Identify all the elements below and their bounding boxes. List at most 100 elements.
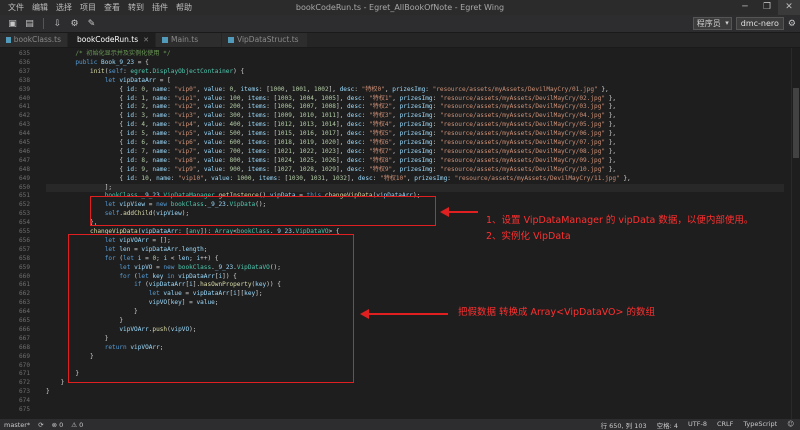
line-number: 638 [18, 76, 30, 84]
tool-icon[interactable]: ✎ [85, 18, 98, 29]
tab-bookclass[interactable]: bookClass.ts [0, 33, 68, 47]
git-branch[interactable]: master* [4, 421, 30, 429]
user-account[interactable]: dmc-nero [735, 17, 784, 30]
status-bar: master* ⟳ ⊗ 0 ⚠ 0 行 650, 列 103 空格: 4 UTF… [0, 419, 800, 430]
build-icon[interactable]: ⇩ [51, 18, 64, 29]
code-line[interactable]: { id: 10, name: "vip10", value: 1000, it… [46, 175, 792, 184]
title-bar: 文件 编辑 选择 项目 查看 转到 插件 帮助 bookCodeRun.ts -… [0, 0, 800, 16]
line-number: 649 [18, 174, 30, 182]
close-button[interactable]: ✕ [778, 0, 800, 15]
settings-icon[interactable]: ⚙ [788, 19, 796, 29]
tab-vipdatastruct[interactable]: VipDataStruct.ts [222, 33, 308, 47]
line-number: 654 [18, 219, 30, 227]
scrollbar-thumb[interactable] [793, 88, 799, 158]
code-line[interactable]: { id: 7, name: "vip7", value: 700, items… [46, 148, 792, 157]
menu-file[interactable]: 文件 [4, 0, 28, 15]
annotation-note-1-line-1: 1、设置 VipDataManager 的 vipData 数据，以便内部使用。 [486, 215, 754, 226]
code-line[interactable]: { id: 2, name: "vip2", value: 200, items… [46, 103, 792, 112]
maximize-button[interactable]: ❐ [756, 0, 778, 15]
menu-bar: 文件 编辑 选择 项目 查看 转到 插件 帮助 [0, 0, 196, 15]
code-line[interactable]: public Book_9_23 = { [46, 59, 792, 68]
highlight-box-changevipdata [68, 234, 354, 383]
line-number: 651 [18, 192, 30, 200]
window-controls: ─ ❐ ✕ [734, 0, 800, 15]
line-number: 643 [18, 121, 30, 129]
line-number: 659 [18, 263, 30, 271]
warning-count[interactable]: ⚠ 0 [71, 421, 83, 429]
code-line[interactable]: { id: 6, name: "vip6", value: 600, items… [46, 139, 792, 148]
feedback-icon[interactable]: ☺ [787, 420, 794, 430]
code-line[interactable]: } [46, 388, 792, 397]
annotation-note-1-line-2: 2、实例化 VipData [486, 231, 571, 242]
line-number: 665 [18, 317, 30, 324]
code-line[interactable]: /* 初始化显示并及实例化使用 */ [46, 50, 792, 59]
menu-project[interactable]: 项目 [76, 0, 100, 15]
line-number: 673 [18, 388, 30, 396]
menu-view[interactable]: 查看 [100, 0, 124, 15]
indentation[interactable]: 空格: 4 [657, 420, 678, 430]
line-number: 656 [18, 236, 30, 244]
close-tab-icon[interactable]: ✕ [143, 33, 149, 47]
annotation-arrow-1 [448, 211, 478, 213]
language-mode[interactable]: TypeScript [743, 420, 777, 430]
line-number: 653 [18, 210, 30, 218]
minimize-button[interactable]: ─ [734, 0, 756, 15]
menu-goto[interactable]: 转到 [124, 0, 148, 15]
typescript-file-icon [6, 37, 11, 43]
line-number: 636 [18, 58, 30, 66]
line-number-gutter: 635 636 637 638 639 640 641 642 643 644 645 646 647 6… [0, 48, 42, 419]
code-line[interactable]: { id: 4, name: "vip4", value: 400, items… [46, 121, 792, 130]
menu-help[interactable]: 帮助 [172, 0, 196, 15]
tab-bookcoderun[interactable]: bookCodeRun.ts ✕ [68, 33, 156, 47]
line-number: 644 [18, 130, 30, 138]
line-number: 650 [18, 183, 30, 191]
tab-label: bookCodeRun.ts [77, 35, 139, 44]
menu-select[interactable]: 选择 [52, 0, 76, 15]
annotation-arrow-2 [368, 313, 448, 315]
vertical-scrollbar[interactable] [791, 48, 800, 419]
code-line[interactable]: { id: 3, name: "vip3", value: 300, items… [46, 112, 792, 121]
code-line[interactable]: { id: 0, name: "vip0", value: 0, items: … [46, 86, 792, 95]
code-line[interactable]: { id: 8, name: "vip8", value: 800, items… [46, 157, 792, 166]
annotation-note-2: 把假数据 转换成 Array<VipDataVO> 的数组 [458, 307, 656, 318]
typescript-file-icon [162, 37, 168, 43]
line-number: 664 [18, 308, 30, 316]
save-all-icon[interactable]: ▤ [23, 18, 36, 29]
line-number: 662 [18, 290, 30, 298]
save-icon[interactable]: ▣ [6, 18, 19, 29]
line-number: 657 [18, 245, 30, 253]
annotation-arrowhead-2 [360, 309, 369, 319]
mode-select[interactable]: 程序员 [692, 17, 732, 30]
encoding[interactable]: UTF-8 [688, 420, 707, 430]
code-editor[interactable]: 635 636 637 638 639 640 641 642 643 644 645 646 647 6… [0, 48, 800, 419]
typescript-file-icon [228, 37, 234, 43]
menu-plugins[interactable]: 插件 [148, 0, 172, 15]
cursor-position[interactable]: 行 650, 列 103 [601, 420, 647, 430]
code-line[interactable]: let vipDataArr = [ [46, 77, 792, 86]
code-line[interactable] [46, 397, 792, 406]
code-line[interactable] [46, 406, 792, 415]
sync-icon[interactable]: ⟳ [38, 421, 43, 429]
line-number: 669 [18, 352, 30, 360]
line-number: 647 [18, 156, 30, 164]
toolbar: ▣ ▤ ⇩ ⚙ ✎ 程序员 dmc-nero ⚙ [0, 15, 800, 33]
debug-icon[interactable]: ⚙ [68, 18, 81, 29]
line-number: 663 [18, 299, 30, 307]
line-number: 661 [18, 281, 30, 289]
tab-main[interactable]: Main.ts [156, 33, 222, 47]
tab-label: bookClass.ts [13, 35, 61, 44]
line-ending[interactable]: CRLF [717, 420, 733, 430]
editor-tabs: bookClass.ts bookCodeRun.ts ✕ Main.ts Vi… [0, 33, 800, 48]
error-count[interactable]: ⊗ 0 [52, 421, 64, 429]
highlight-box-init [90, 196, 436, 226]
line-number: 667 [18, 334, 30, 342]
line-number: 668 [18, 343, 30, 351]
code-line[interactable]: ]; [46, 184, 792, 193]
line-number: 641 [18, 103, 30, 111]
code-line[interactable]: init(self: egret.DisplayObjectContainer)… [46, 68, 792, 77]
menu-edit[interactable]: 编辑 [28, 0, 52, 15]
code-line[interactable]: { id: 9, name: "vip9", value: 900, items… [46, 166, 792, 175]
tab-label: Main.ts [171, 35, 199, 44]
line-number: 675 [18, 406, 30, 413]
code-line[interactable]: { id: 5, name: "vip5", value: 500, items… [46, 130, 792, 139]
